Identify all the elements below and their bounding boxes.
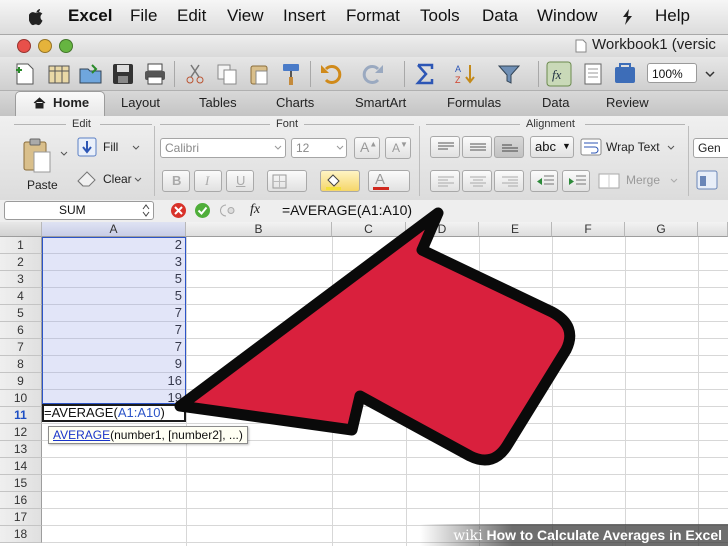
watermark-brand: wiki [453,528,483,544]
red-arrow-annotation [174,207,576,466]
watermark-title: How to Calculate Averages in Excel [486,527,723,543]
watermark-text: wiki How to Calculate Averages in Excel [453,527,722,544]
watermark-banner: wiki How to Calculate Averages in Excel [420,524,728,546]
red-arrow-shape [174,207,576,466]
